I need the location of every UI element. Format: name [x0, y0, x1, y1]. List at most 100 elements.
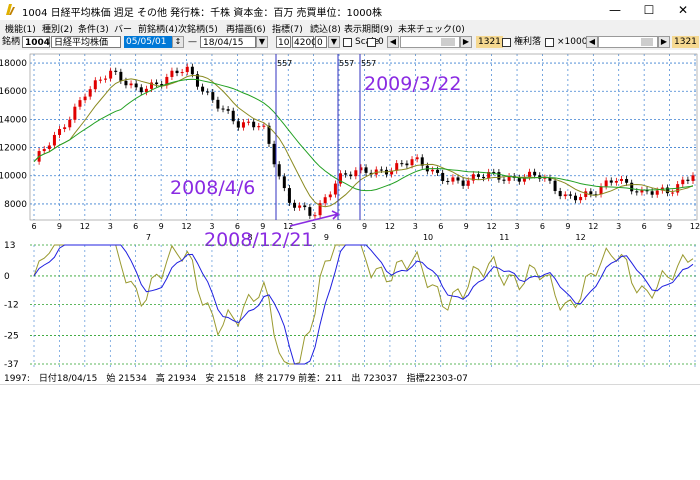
candle-body [119, 71, 123, 81]
param-input-1[interactable]: 10 [276, 36, 291, 48]
maximize-icon: ☐ [643, 3, 655, 17]
range-scrollbar[interactable] [400, 36, 460, 48]
candle-body [73, 106, 77, 120]
candle-body [650, 191, 654, 195]
param-spin[interactable]: ▼ [328, 36, 340, 48]
zoom-checkbox[interactable] [545, 38, 554, 47]
candle-body [211, 92, 215, 100]
candle-body [52, 134, 56, 146]
x-tick-label: 9 [362, 222, 367, 231]
candle-body [379, 169, 383, 171]
year-label: 11 [499, 233, 509, 242]
scroll-left-icon-2[interactable]: ◀ [586, 36, 598, 48]
osc-tick-label: 13 [4, 241, 15, 251]
candle-body [303, 205, 307, 208]
scale-value-checkbox[interactable] [367, 38, 376, 47]
candle-body [272, 143, 276, 165]
candle-body [104, 78, 108, 80]
lower-blank-area [0, 384, 700, 480]
x-tick-label: 12 [487, 222, 497, 231]
candle-body [579, 196, 583, 201]
ma-short-line [33, 74, 694, 208]
marker-label: 557 [339, 59, 354, 68]
date-from-input[interactable]: 05/05/01 [124, 36, 174, 48]
candle-body [405, 163, 409, 166]
candle-body [563, 194, 567, 197]
candle-body [354, 170, 358, 177]
candle-body [349, 174, 353, 177]
name-field: 日経平均株価 [51, 36, 121, 48]
ma-long-line [33, 78, 694, 192]
status-text: 1997: 日付18/04/15 始 21534 高 21934 安 21518… [4, 374, 468, 384]
candle-body [441, 172, 445, 181]
dash-separator: — [188, 37, 197, 47]
candle-body [201, 86, 205, 92]
candle-body [68, 119, 72, 128]
candle-body [344, 173, 348, 175]
x-tick-label: 12 [80, 222, 90, 231]
candle-body [497, 172, 501, 180]
param-input-2[interactable]: 4200 [292, 36, 317, 48]
scroll-right-icon[interactable]: ▶ [460, 36, 472, 48]
scroll-left-icon[interactable]: ◀ [387, 36, 399, 48]
candle-body [686, 179, 690, 181]
candle-body [333, 183, 337, 195]
candle-body [456, 177, 460, 181]
marker-label: 557 [361, 59, 376, 68]
x-tick-label: 6 [438, 222, 443, 231]
x-tick-label: 12 [588, 222, 598, 231]
candle-body [262, 125, 266, 127]
candle-body [129, 83, 133, 86]
zoom-scrollbar[interactable] [598, 36, 658, 48]
candle-body [63, 127, 67, 130]
candle-body [395, 163, 399, 171]
candle-body [614, 180, 618, 183]
candle-body [293, 202, 297, 208]
x-tick-label: 9 [667, 222, 672, 231]
status-bar: 1997: 日付18/04/15 始 21534 高 21934 安 21518… [0, 368, 700, 384]
scale-checkbox[interactable] [343, 38, 352, 47]
candle-body [124, 80, 128, 86]
x-tick-label: 12 [385, 222, 395, 231]
maximize-button[interactable]: ☐ [632, 0, 666, 20]
date-from-spin[interactable]: ↕ [172, 36, 184, 48]
scroll-right-icon-2[interactable]: ▶ [658, 36, 670, 48]
candle-body [190, 66, 194, 75]
candle-body [298, 205, 302, 208]
param-input-3[interactable]: 0 [315, 36, 327, 48]
price-tick-label: 12000 [0, 144, 27, 154]
rights-checkbox[interactable] [502, 38, 511, 47]
candle-body [98, 79, 102, 81]
candle-body [568, 194, 572, 196]
candle-body [461, 180, 465, 186]
count-badge-2: 1321 [672, 36, 699, 48]
candle-body [528, 171, 532, 178]
candle-body [88, 89, 92, 97]
price-tick-label: 10000 [0, 172, 27, 182]
osc-tick-label: -25 [4, 331, 19, 341]
candle-body [221, 108, 225, 110]
x-tick-label: 6 [540, 222, 545, 231]
x-tick-label: 12 [690, 222, 700, 231]
code-input[interactable]: 1004 [22, 36, 50, 48]
minimize-button[interactable]: — [598, 0, 632, 20]
candle-body [589, 191, 593, 195]
candle-body [58, 129, 62, 135]
annotation-text: 2008/4/6 [170, 177, 255, 199]
candle-body [502, 179, 506, 181]
x-tick-label: 6 [133, 222, 138, 231]
candle-body [558, 191, 562, 197]
candle-body [282, 176, 286, 189]
candle-body [241, 122, 245, 128]
candle-body [47, 145, 51, 150]
x-tick-label: 9 [159, 222, 164, 231]
stock-chart: 180001600014000120001000080006 9 12 3 6 9 12 3 6… [0, 53, 700, 370]
date-to-select[interactable]: 18/04/15 [200, 36, 256, 48]
candle-body [247, 121, 251, 123]
candle-body [328, 194, 332, 198]
window-title: 1004 日経平均株価 週足 その他 発行株：千株 資本金：百万 売買単位：10… [22, 8, 382, 19]
candle-body [466, 180, 470, 186]
close-button[interactable]: ✕ [666, 0, 700, 20]
candle-body [635, 191, 639, 193]
chevron-down-icon[interactable]: ▼ [256, 36, 268, 48]
